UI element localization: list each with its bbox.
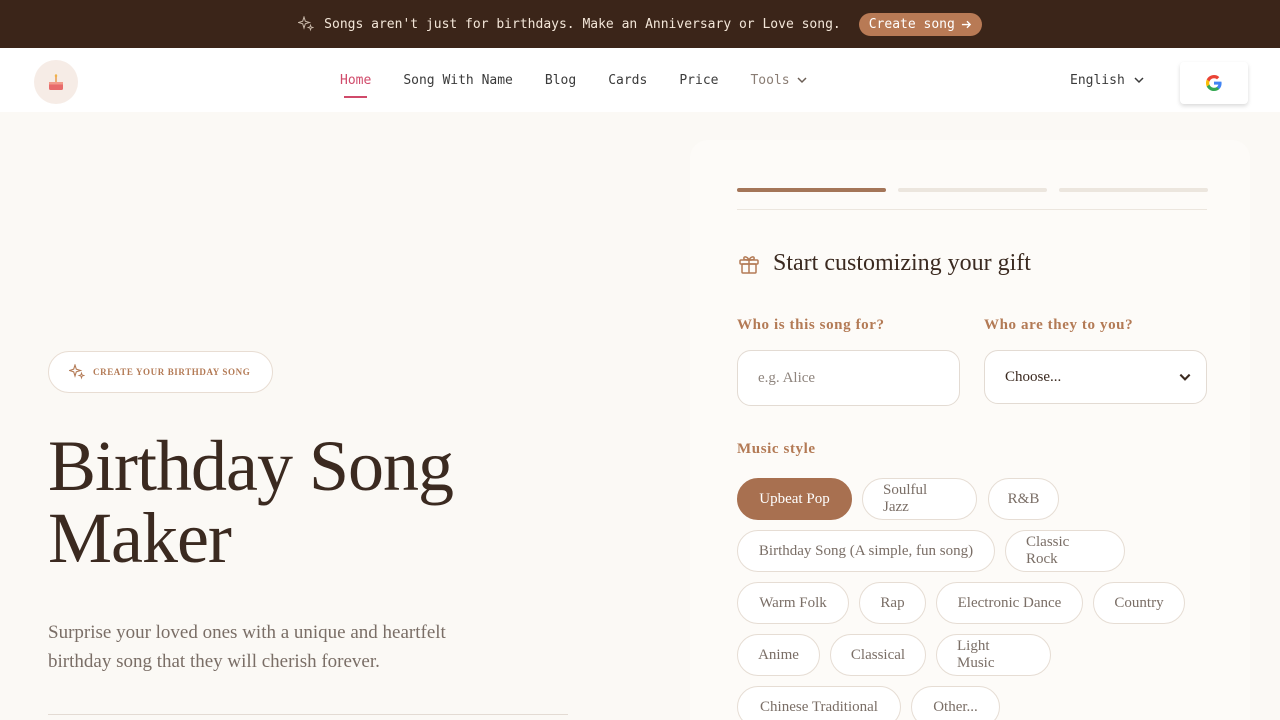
form-title: Start customizing your gift [737, 250, 1031, 277]
style-chip-light-music[interactable]: Light Music [936, 634, 1051, 676]
language-selector[interactable]: English [1070, 48, 1145, 112]
relation-select-value: Choose... [1005, 368, 1062, 385]
recipient-name-input[interactable] [737, 350, 960, 406]
main-nav: Home Song With Name Blog Cards Price Too… [340, 48, 808, 112]
nav-price[interactable]: Price [679, 73, 718, 88]
birthday-cake-icon [49, 74, 63, 90]
style-chip-rnb[interactable]: R&B [988, 478, 1059, 520]
step-3-indicator [1059, 188, 1208, 192]
style-chip-chinese-traditional[interactable]: Chinese Traditional [737, 686, 901, 720]
announcement-bar: Songs aren't just for birthdays. Make an… [0, 0, 1280, 48]
divider [737, 209, 1207, 210]
relation-label: Who are they to you? [984, 317, 1134, 333]
hero-badge: CREATE YOUR BIRTHDAY SONG [48, 351, 273, 393]
music-style-label: Music style [737, 441, 816, 457]
nav-home[interactable]: Home [340, 73, 371, 98]
style-chip-electronic-dance[interactable]: Electronic Dance [936, 582, 1083, 624]
customize-form-card [690, 140, 1250, 720]
step-2-indicator [898, 188, 1047, 192]
google-icon [1206, 75, 1222, 91]
nav-cards[interactable]: Cards [608, 73, 647, 88]
create-song-label: Create song [868, 16, 955, 32]
hero-subtitle: Surprise your loved ones with a unique a… [48, 622, 446, 672]
logo[interactable] [34, 60, 78, 104]
divider [48, 714, 568, 715]
announcement-text: Songs aren't just for birthdays. Make an… [324, 16, 841, 32]
page-title: Birthday Song Maker [48, 430, 568, 574]
sparkles-icon [69, 364, 85, 380]
style-chip-upbeat-pop[interactable]: Upbeat Pop [737, 478, 852, 520]
gift-icon [739, 255, 759, 274]
style-chip-birthday-song[interactable]: Birthday Song (A simple, fun song) [737, 530, 995, 572]
style-chip-warm-folk[interactable]: Warm Folk [737, 582, 849, 624]
step-1-indicator [737, 188, 886, 192]
page-title-line2: Maker [48, 498, 232, 578]
style-chip-classic-rock[interactable]: Classic Rock [1005, 530, 1125, 572]
style-chip-rap[interactable]: Rap [859, 582, 926, 624]
nav-tools-label: Tools [750, 72, 790, 88]
form-title-text: Start customizing your gift [773, 250, 1031, 276]
nav-tools-dropdown[interactable]: Tools [750, 73, 807, 88]
sparkles-icon [298, 16, 315, 32]
relation-select[interactable]: Choose... [984, 350, 1207, 404]
chevron-down-icon [797, 77, 807, 84]
arrow-right-icon [961, 20, 971, 28]
chevron-down-icon [1179, 373, 1191, 381]
chevron-down-icon [1134, 77, 1144, 84]
style-chip-soulful-jazz[interactable]: Soulful Jazz [862, 478, 977, 520]
language-label: English [1070, 72, 1125, 88]
step-progress [737, 188, 1208, 192]
create-song-button[interactable]: Create song [858, 12, 982, 36]
style-chip-country[interactable]: Country [1093, 582, 1185, 624]
nav-blog[interactable]: Blog [545, 73, 576, 88]
recipient-label: Who is this song for? [737, 317, 885, 333]
style-chip-other[interactable]: Other... [911, 686, 1000, 720]
nav-song-with-name[interactable]: Song With Name [403, 73, 513, 88]
style-chip-anime[interactable]: Anime [737, 634, 820, 676]
page-title-line1: Birthday Song [48, 426, 454, 506]
style-chip-classical[interactable]: Classical [830, 634, 926, 676]
google-sign-in-button[interactable] [1180, 62, 1248, 104]
hero-badge-text: CREATE YOUR BIRTHDAY SONG [93, 367, 251, 377]
site-header: Home Song With Name Blog Cards Price Too… [0, 48, 1280, 112]
